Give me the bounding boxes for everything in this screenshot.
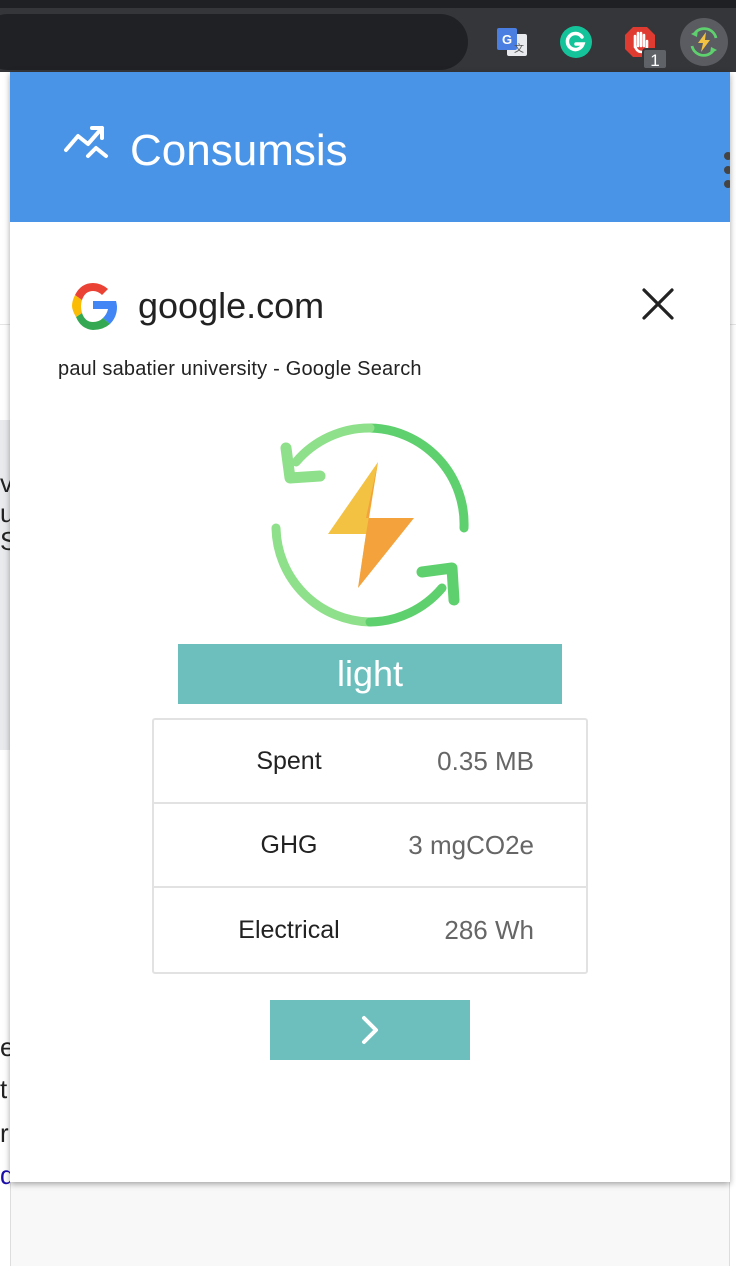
popup-header: Consumsis — [10, 72, 730, 222]
grammarly-extension-button[interactable] — [556, 22, 596, 62]
site-info: google.com — [66, 278, 324, 334]
stat-label: GHG — [260, 830, 318, 859]
next-button[interactable] — [270, 1000, 470, 1060]
app-title: Consumsis — [130, 126, 348, 175]
stat-value: 286 Wh — [444, 914, 534, 945]
trend-chart-icon — [64, 126, 108, 158]
stat-label: Spent — [256, 746, 322, 775]
address-bar[interactable] — [0, 14, 468, 70]
background-footer-area — [10, 1182, 730, 1266]
adblock-count-badge: 1 — [642, 48, 668, 70]
close-icon[interactable] — [638, 284, 678, 324]
stat-value: 0.35 MB — [437, 745, 534, 776]
google-g-icon — [72, 283, 117, 330]
browser-tab-strip — [0, 0, 736, 8]
stat-row-electrical: Electrical 286 Wh — [154, 888, 586, 972]
stat-label: Electrical — [238, 915, 340, 944]
browser-toolbar: G 文 1 — [0, 0, 736, 72]
energy-recycle-icon — [690, 27, 718, 57]
stat-value: 3 mgCO2e — [408, 829, 534, 860]
stats-table: Spent 0.35 MB GHG 3 mgCO2e Electrical 28… — [152, 718, 588, 974]
chevron-right-icon — [362, 1016, 378, 1044]
consumsis-popup: Consumsis google.com paul sabatier unive… — [10, 72, 730, 1182]
site-domain: google.com — [138, 285, 325, 326]
google-translate-extension-button[interactable]: G 文 — [492, 22, 532, 62]
more-options-icon[interactable] — [722, 152, 730, 188]
svg-text:G: G — [502, 32, 512, 47]
stat-row-ghg: GHG 3 mgCO2e — [154, 804, 586, 888]
svg-text:文: 文 — [514, 42, 524, 55]
consumsis-extension-button[interactable] — [680, 18, 728, 66]
energy-recycle-icon — [271, 423, 469, 627]
stat-row-spent: Spent 0.35 MB — [154, 720, 586, 804]
translate-icon: G 文 — [497, 28, 527, 56]
page-title: paul sabatier university - Google Search — [58, 358, 422, 380]
consumption-level-badge: light — [178, 644, 562, 704]
grammarly-icon — [560, 26, 592, 58]
